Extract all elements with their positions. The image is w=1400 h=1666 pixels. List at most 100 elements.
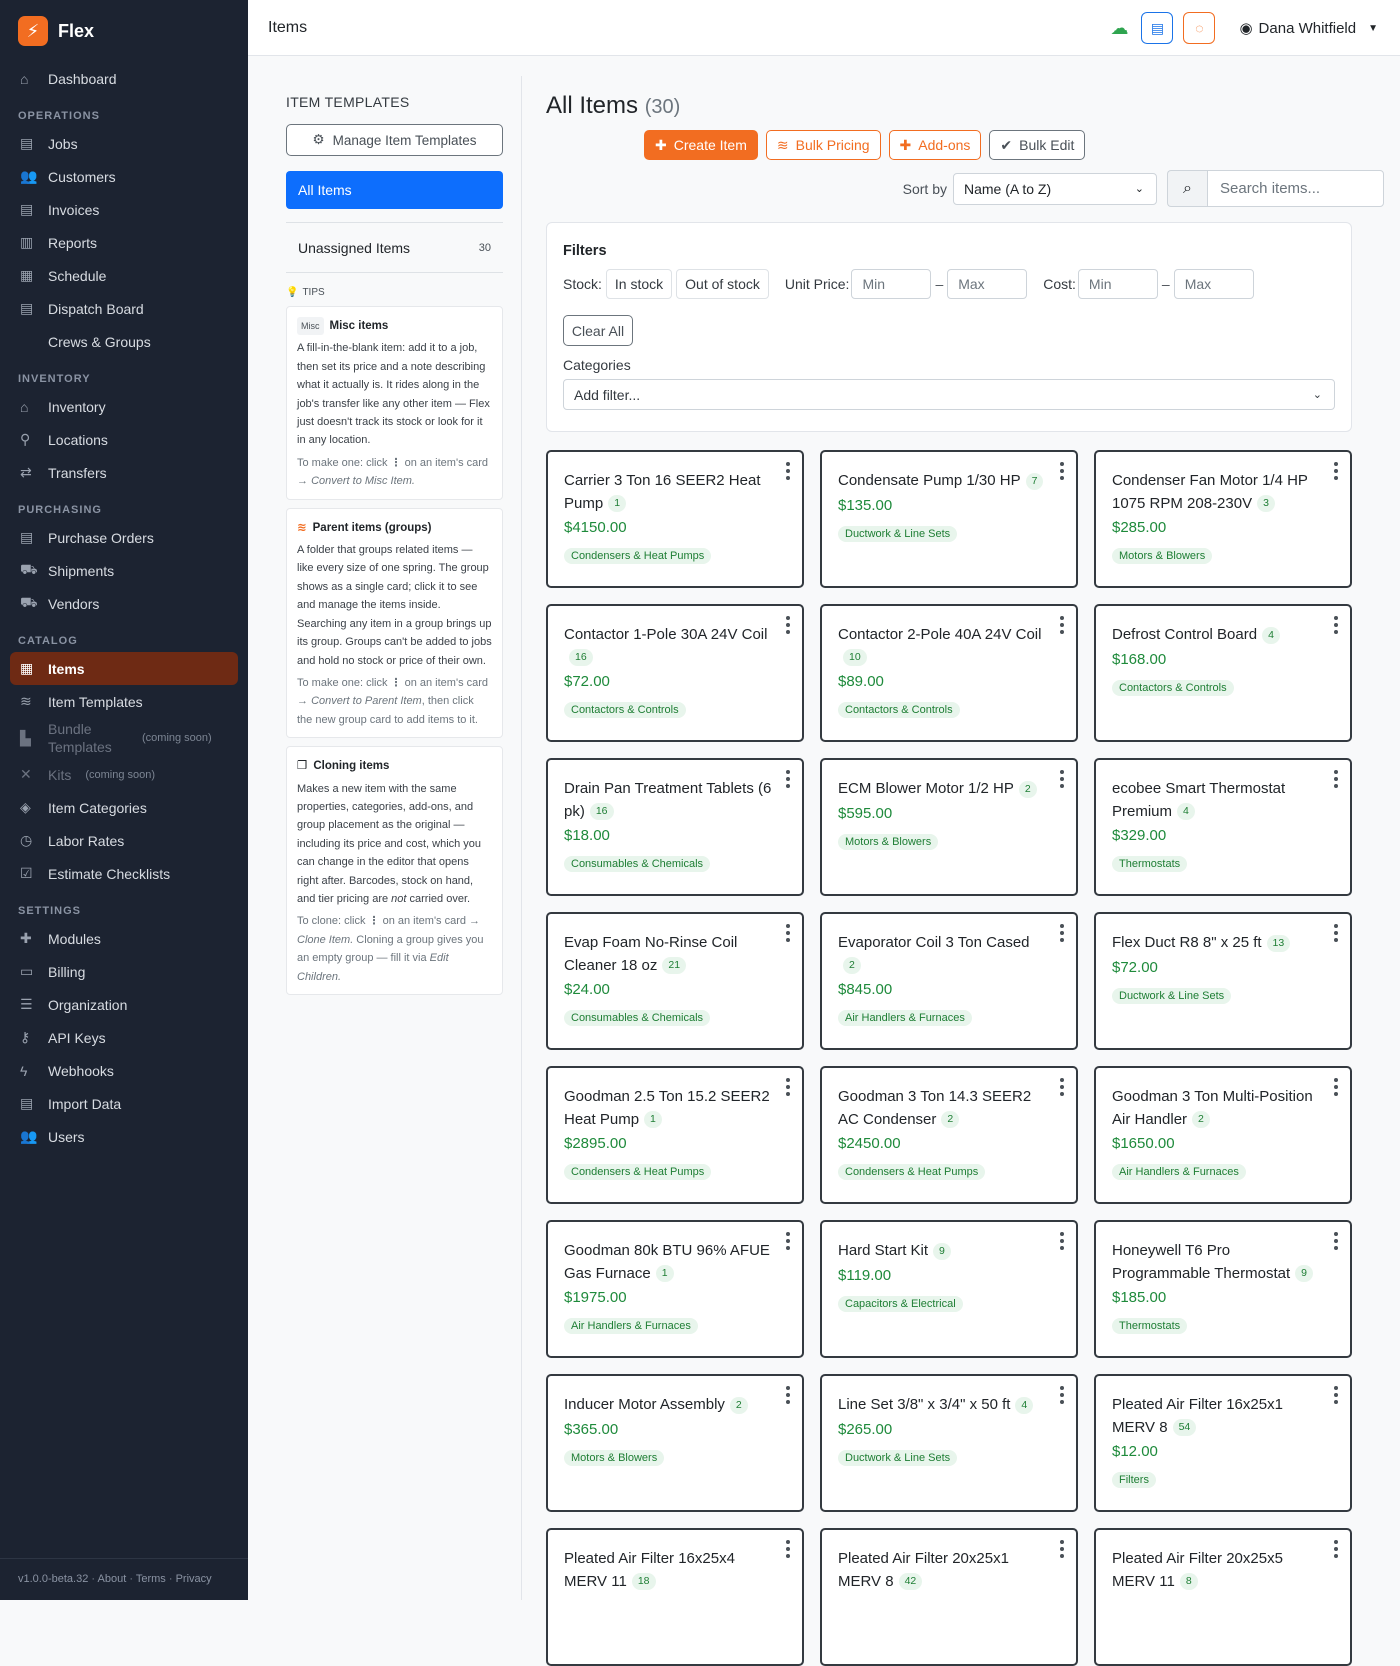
- kebab-menu-icon[interactable]: [784, 1232, 792, 1253]
- kebab-menu-icon[interactable]: [1058, 1540, 1066, 1561]
- kebab-menu-icon[interactable]: [1332, 1232, 1340, 1253]
- cost-max-input[interactable]: Max: [1173, 269, 1254, 299]
- sidebar-item-reports[interactable]: ▥ Reports: [0, 226, 238, 259]
- item-card[interactable]: Pleated Air Filter 20x25x1 MERV 8 42: [820, 1528, 1078, 1666]
- sidebar-item-webhooks[interactable]: ϟ Webhooks: [0, 1054, 238, 1087]
- item-card[interactable]: Evap Foam No-Rinse Coil Cleaner 18 oz 21 $…: [546, 912, 804, 1050]
- create-item-button[interactable]: ✚ Create Item: [644, 130, 758, 160]
- clear-all-button[interactable]: Clear All: [563, 315, 633, 346]
- kebab-menu-icon[interactable]: [784, 616, 792, 637]
- sidebar-item-dispatch-board[interactable]: ▤ Dispatch Board: [0, 292, 238, 325]
- sidebar-item-locations[interactable]: ⚲ Locations: [0, 423, 238, 456]
- search-icon[interactable]: ⌕: [1167, 170, 1207, 207]
- kebab-menu-icon[interactable]: [1058, 770, 1066, 791]
- kebab-menu-icon[interactable]: [784, 1540, 792, 1561]
- item-card[interactable]: Inducer Motor Assembly 2 $365.00 Motors & B…: [546, 1374, 804, 1512]
- sidebar-item-crews-groups[interactable]: Crews & Groups: [0, 325, 238, 358]
- item-card[interactable]: Contactor 1-Pole 30A 24V Coil 16 $72.00 Con…: [546, 604, 804, 742]
- sidebar-item-inventory[interactable]: ⌂ Inventory: [0, 390, 238, 423]
- out-of-stock-toggle[interactable]: Out of stock: [676, 269, 769, 299]
- item-card[interactable]: Condenser Fan Motor 1/4 HP 1075 RPM 208-…: [1094, 450, 1352, 588]
- sidebar-item-labor-rates[interactable]: ◷ Labor Rates: [0, 824, 238, 857]
- sidebar-item-schedule[interactable]: ▦ Schedule: [0, 259, 238, 292]
- kebab-menu-icon[interactable]: [1332, 1078, 1340, 1099]
- kebab-menu-icon[interactable]: [784, 924, 792, 945]
- item-card[interactable]: Condensate Pump 1/30 HP 7 $135.00 Ductwork …: [820, 450, 1078, 588]
- item-card[interactable]: Goodman 2.5 Ton 15.2 SEER2 Heat Pump 1 $28…: [546, 1066, 804, 1204]
- bulk-edit-button[interactable]: ✔ Bulk Edit: [989, 130, 1086, 160]
- sidebar-item-item-templates[interactable]: ≋ Item Templates: [0, 685, 238, 718]
- kebab-menu-icon[interactable]: [1332, 924, 1340, 945]
- about-link[interactable]: About: [98, 1573, 127, 1585]
- cloud-sync-icon[interactable]: ☁: [1107, 18, 1131, 39]
- kebab-menu-icon[interactable]: [784, 462, 792, 483]
- kebab-menu-icon[interactable]: [784, 1386, 792, 1407]
- sidebar-item-organization[interactable]: ☰ Organization: [0, 988, 238, 1021]
- categories-filter-select[interactable]: Add filter... ⌄: [563, 379, 1335, 410]
- item-card[interactable]: Goodman 3 Ton 14.3 SEER2 AC Condenser 2 $2…: [820, 1066, 1078, 1204]
- unit-price-max-input[interactable]: Max: [947, 269, 1028, 299]
- all-items-filter[interactable]: All Items: [286, 171, 503, 209]
- kebab-menu-icon[interactable]: [1058, 462, 1066, 483]
- kebab-menu-icon[interactable]: [1058, 924, 1066, 945]
- sidebar-item-invoices[interactable]: ▤ Invoices: [0, 193, 238, 226]
- sidebar-item-vendors[interactable]: ⛟ Vendors: [0, 587, 238, 620]
- item-card[interactable]: Flex Duct R8 8" x 25 ft 13 $72.00 Ductwork …: [1094, 912, 1352, 1050]
- sidebar-item-import-data[interactable]: ▤ Import Data: [0, 1087, 238, 1120]
- kebab-menu-icon[interactable]: [784, 1078, 792, 1099]
- sidebar-item-shipments[interactable]: ⛟ Shipments: [0, 554, 238, 587]
- unit-price-min-input[interactable]: Min: [851, 269, 932, 299]
- unassigned-items-filter[interactable]: Unassigned Items 30: [286, 223, 503, 272]
- bulk-pricing-button[interactable]: ≋ Bulk Pricing: [765, 130, 881, 160]
- cost-min-input[interactable]: Min: [1077, 269, 1158, 299]
- search-input[interactable]: [1207, 170, 1384, 207]
- sidebar-item-jobs[interactable]: ▤ Jobs: [0, 127, 238, 160]
- user-menu[interactable]: ◉ Dana Whitfield ▼: [1239, 19, 1378, 38]
- kebab-menu-icon[interactable]: [1058, 1232, 1066, 1253]
- privacy-link[interactable]: Privacy: [176, 1573, 212, 1585]
- sort-select[interactable]: Name (A to Z) ⌄: [953, 172, 1157, 205]
- item-card[interactable]: Goodman 80k BTU 96% AFUE Gas Furnace 1 $19…: [546, 1220, 804, 1358]
- terms-link[interactable]: Terms: [136, 1573, 166, 1585]
- brand[interactable]: ⚡ Flex: [0, 0, 248, 62]
- sidebar-item-api-keys[interactable]: ⚷ API Keys: [0, 1021, 238, 1054]
- item-card[interactable]: Hard Start Kit 9 $119.00 Capacitors & Elect…: [820, 1220, 1078, 1358]
- kebab-menu-icon[interactable]: [1332, 1386, 1340, 1407]
- add-ons-button[interactable]: ✚ Add-ons: [888, 130, 982, 160]
- feedback-button[interactable]: ◌: [1183, 12, 1216, 44]
- kebab-menu-icon[interactable]: [1058, 616, 1066, 637]
- item-card[interactable]: Pleated Air Filter 16x25x1 MERV 8 54 $12.0…: [1094, 1374, 1352, 1512]
- kebab-menu-icon[interactable]: [784, 770, 792, 791]
- sidebar-item-billing[interactable]: ▭ Billing: [0, 955, 238, 988]
- sidebar-item-users[interactable]: 👥 Users: [0, 1120, 238, 1153]
- item-card[interactable]: Goodman 3 Ton Multi-Position Air Handler…: [1094, 1066, 1352, 1204]
- kebab-menu-icon[interactable]: [1332, 1540, 1340, 1561]
- item-card[interactable]: Honeywell T6 Pro Programmable Thermostat…: [1094, 1220, 1352, 1358]
- kebab-menu-icon[interactable]: [1058, 1078, 1066, 1099]
- in-stock-toggle[interactable]: In stock: [605, 269, 673, 299]
- kebab-menu-icon[interactable]: [1332, 462, 1340, 483]
- kebab-menu-icon[interactable]: [1058, 1386, 1066, 1407]
- sidebar-item-estimate-checklists[interactable]: ☑ Estimate Checklists: [0, 857, 238, 890]
- item-card[interactable]: Drain Pan Treatment Tablets (6 pk) 16 $18.…: [546, 758, 804, 896]
- sidebar-item-modules[interactable]: ✚ Modules: [0, 922, 238, 955]
- sidebar-item-customers[interactable]: 👥 Customers: [0, 160, 238, 193]
- item-card[interactable]: Contactor 2-Pole 40A 24V Coil 10 $89.00 Con…: [820, 604, 1078, 742]
- item-card[interactable]: ecobee Smart Thermostat Premium 4 $329.00 T…: [1094, 758, 1352, 896]
- kebab-menu-icon[interactable]: [1332, 616, 1340, 637]
- manage-item-templates-button[interactable]: ⚙ Manage Item Templates: [286, 124, 503, 156]
- sidebar-item-dashboard[interactable]: ⌂ Dashboard: [0, 62, 238, 95]
- item-card[interactable]: Pleated Air Filter 20x25x5 MERV 11 8: [1094, 1528, 1352, 1666]
- item-card[interactable]: Line Set 3/8" x 3/4" x 50 ft 4 $265.00 Duct…: [820, 1374, 1078, 1512]
- item-card[interactable]: Pleated Air Filter 16x25x4 MERV 11 18: [546, 1528, 804, 1666]
- item-card[interactable]: ECM Blower Motor 1/2 HP 2 $595.00 Motors & …: [820, 758, 1078, 896]
- sidebar-item-items[interactable]: ▦ Items: [10, 652, 238, 685]
- kebab-menu-icon[interactable]: [1332, 770, 1340, 791]
- notes-button[interactable]: ▤: [1141, 12, 1174, 44]
- item-card[interactable]: Evaporator Coil 3 Ton Cased 2 $845.00 Air H…: [820, 912, 1078, 1050]
- item-card[interactable]: Defrost Control Board 4 $168.00 Contactors …: [1094, 604, 1352, 742]
- sidebar-item-purchase-orders[interactable]: ▤ Purchase Orders: [0, 521, 238, 554]
- sidebar-item-item-categories[interactable]: ◈ Item Categories: [0, 791, 238, 824]
- sidebar-item-transfers[interactable]: ⇄ Transfers: [0, 456, 238, 489]
- item-card[interactable]: Carrier 3 Ton 16 SEER2 Heat Pump 1 $4150.0…: [546, 450, 804, 588]
